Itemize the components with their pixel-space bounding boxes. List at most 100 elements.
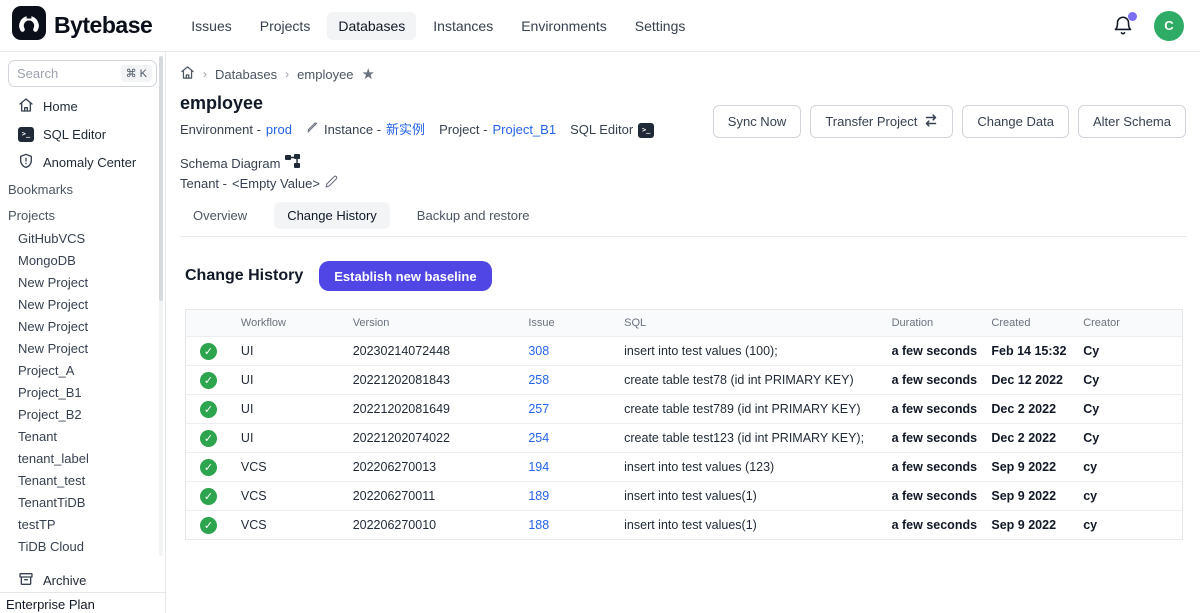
instance-link[interactable]: 新实例 [386,120,425,140]
version-cell: 20230214072448 [353,344,529,358]
issue-link[interactable]: 308 [528,344,549,358]
success-check-icon: ✓ [200,459,217,476]
sidebar-section-bookmarks[interactable]: Bookmarks [0,176,165,202]
version-cell: 20221202081649 [353,402,529,416]
creator-cell: Cy [1083,402,1182,416]
bookmark-star-icon[interactable]: ★ [362,67,375,82]
section-title: Change History [185,267,303,285]
sidebar-item-sql-editor[interactable]: >_ SQL Editor [0,120,165,148]
nav-item[interactable]: Settings [624,12,697,40]
schema-diagram-icon [285,154,300,174]
sidebar-project-item[interactable]: Project_B2 [0,404,165,426]
search-input[interactable] [17,66,121,81]
sidebar-project-item[interactable]: Tenant_test [0,470,165,492]
table-row[interactable]: ✓ UI 20221202081649 257 create table tes… [186,394,1182,423]
environment-meta: Environment - prod [180,120,292,140]
tab[interactable]: Backup and restore [404,202,543,229]
table-row[interactable]: ✓ UI 20221202081843 258 create table tes… [186,365,1182,394]
sidebar-project-item[interactable]: Project_B1 [0,382,165,404]
table-row[interactable]: ✓ VCS 202206270010 188 insert into test … [186,510,1182,539]
sidebar-project-item[interactable]: tenant_label [0,448,165,470]
sidebar-item-anomaly-center[interactable]: Anomaly Center [0,148,165,176]
creator-cell: cy [1083,489,1182,503]
version-cell: 20221202081843 [353,373,529,387]
created-cell: Dec 2 2022 [991,402,1083,416]
sidebar-item-label: SQL Editor [43,127,106,142]
table-row[interactable]: ✓ VCS 202206270013 194 insert into test … [186,452,1182,481]
sidebar-project-item[interactable]: Project_A [0,360,165,382]
issue-link[interactable]: 188 [528,518,549,532]
issue-link[interactable]: 254 [528,431,549,445]
breadcrumb-database-name[interactable]: employee [297,67,353,82]
nav-item[interactable]: Issues [180,12,242,40]
sidebar-item-label: Archive [43,573,86,588]
success-check-icon: ✓ [200,343,217,360]
nav-item[interactable]: Instances [422,12,504,40]
bytebase-logo[interactable]: Bytebase [12,6,152,45]
sidebar-project-item[interactable]: New Project [0,338,165,360]
sidebar-project-item[interactable]: TenantTiDB [0,492,165,514]
sync-now-button[interactable]: Sync Now [713,105,802,138]
sidebar-section-projects[interactable]: Projects [0,202,165,228]
created-cell: Dec 12 2022 [991,373,1083,387]
breadcrumb-home-icon[interactable] [180,65,195,83]
plan-label: Enterprise Plan [0,592,165,613]
issue-link[interactable]: 257 [528,402,549,416]
establish-baseline-button[interactable]: Establish new baseline [319,261,491,291]
success-check-icon: ✓ [200,517,217,534]
alter-schema-button[interactable]: Alter Schema [1078,105,1186,138]
creator-cell: cy [1083,518,1182,532]
issue-link[interactable]: 194 [528,460,549,474]
issue-link[interactable]: 189 [528,489,549,503]
sidebar-item-archive[interactable]: Archive [0,566,165,594]
success-check-icon: ✓ [200,488,217,505]
table-row[interactable]: ✓ UI 20221202074022 254 create table tes… [186,423,1182,452]
issue-link[interactable]: 258 [528,373,549,387]
environment-link[interactable]: prod [266,120,292,140]
sidebar-scrollbar-thumb[interactable] [159,56,163,301]
table-row[interactable]: ✓ UI 20230214072448 308 insert into test… [186,336,1182,365]
tab[interactable]: Change History [274,202,390,229]
sql-cell: create table test789 (id int PRIMARY KEY… [624,402,891,416]
transfer-project-button[interactable]: Transfer Project [810,105,953,138]
workflow-cell: UI [241,431,353,445]
sidebar-project-item[interactable]: TiDB Cloud [0,536,165,558]
duration-cell: a few seconds [892,460,992,474]
change-history-header: Change History Establish new baseline [185,261,1186,291]
sidebar-project-item[interactable]: MongoDB [0,250,165,272]
change-data-button[interactable]: Change Data [962,105,1069,138]
creator-cell: cy [1083,460,1182,474]
sidebar-project-item[interactable]: GitHubVCS [0,228,165,250]
sidebar-item-home[interactable]: Home [0,92,165,120]
sql-cell: insert into test values(1) [624,489,891,503]
creator-cell: Cy [1083,373,1182,387]
home-icon [18,97,34,116]
bytebase-logo-icon [12,6,46,45]
search-shortcut-kbd: ⌘ K [121,65,152,82]
sidebar-project-item[interactable]: Tenant [0,426,165,448]
sidebar-project-item[interactable]: testTP [0,514,165,536]
nav-item[interactable]: Environments [510,12,618,40]
sidebar-scrollbar[interactable] [159,56,163,556]
sidebar-project-item[interactable]: New Project [0,316,165,338]
sidebar: ⌘ K Home >_ SQL Editor [0,52,166,613]
project-link[interactable]: Project_B1 [492,120,556,140]
sql-editor-shortcut[interactable]: SQL Editor >_ [570,120,654,140]
created-cell: Feb 14 15:32 [991,344,1083,358]
nav-item[interactable]: Databases [327,12,416,40]
search-box[interactable]: ⌘ K [8,60,157,87]
nav-item[interactable]: Projects [249,12,322,40]
shield-icon [18,153,34,172]
edit-pencil-icon[interactable] [325,174,338,194]
sidebar-project-item[interactable]: New Project [0,272,165,294]
main-content: › Databases › employee ★ employee Enviro… [166,52,1200,613]
success-check-icon: ✓ [200,430,217,447]
sidebar-project-item[interactable]: New Project [0,294,165,316]
table-row[interactable]: ✓ VCS 202206270011 189 insert into test … [186,481,1182,510]
tab[interactable]: Overview [180,202,260,229]
breadcrumb-databases[interactable]: Databases [215,67,277,82]
schema-diagram-shortcut[interactable]: Schema Diagram [180,154,300,174]
created-cell: Sep 9 2022 [991,489,1083,503]
user-avatar[interactable]: C [1154,11,1184,41]
notifications-bell-icon[interactable] [1112,14,1136,38]
